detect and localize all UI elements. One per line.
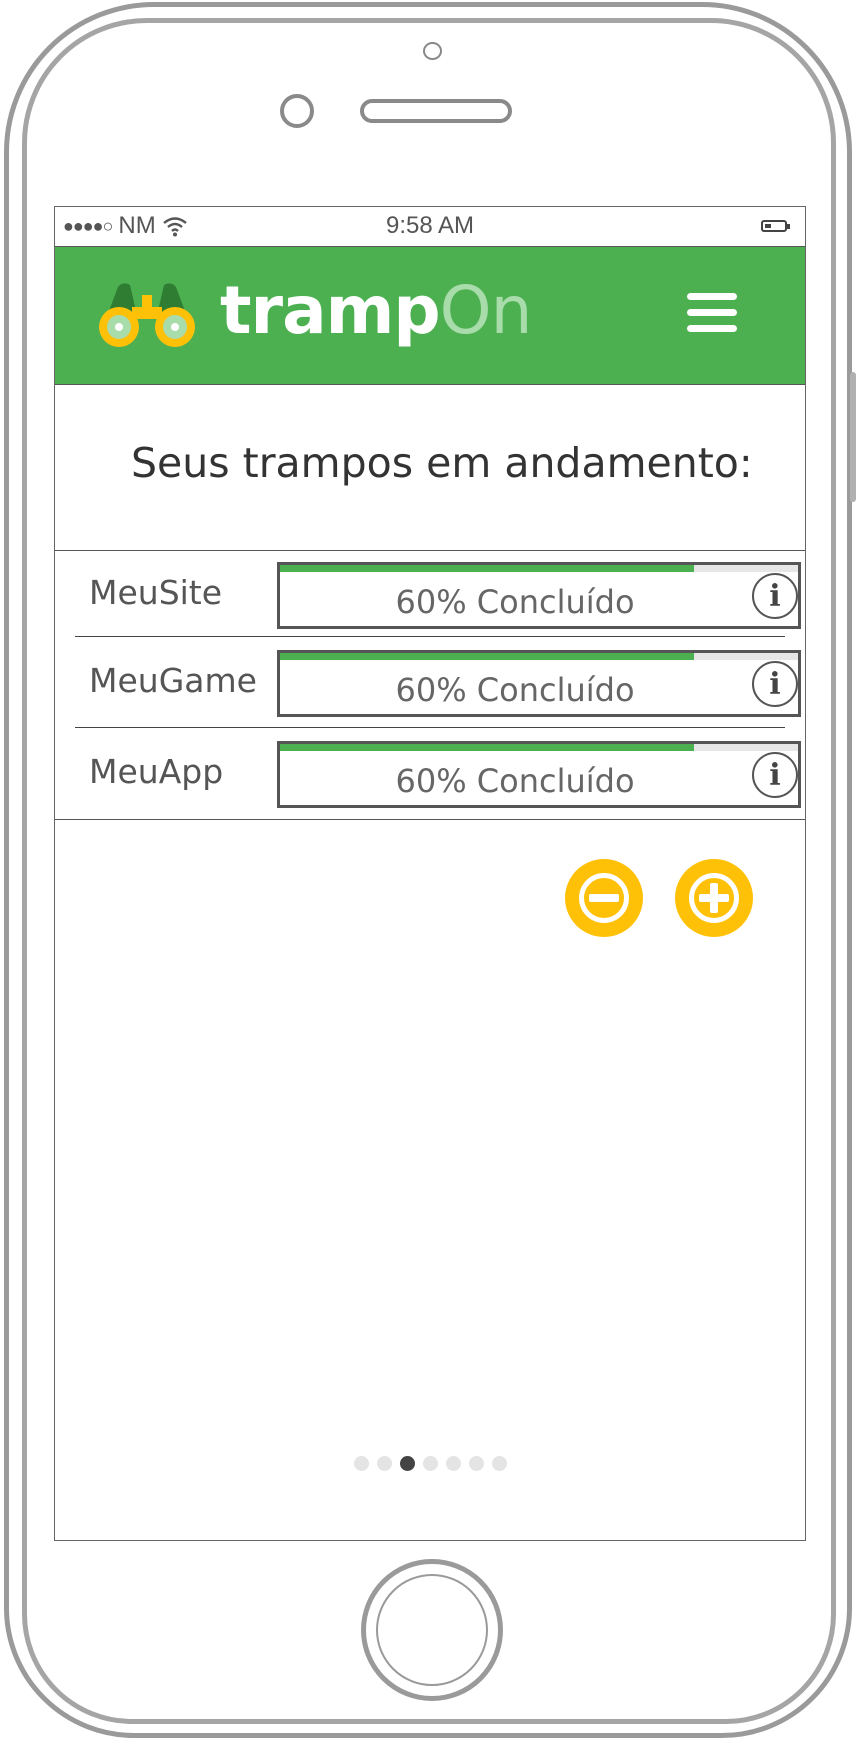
home-button-ring — [376, 1574, 488, 1686]
status-bar: ●●●●○ NM 9:58 AM — [55, 207, 805, 247]
info-icon[interactable]: i — [752, 752, 798, 798]
minus-bar — [589, 894, 619, 902]
info-icon[interactable]: i — [752, 573, 798, 619]
plus-circle-icon[interactable] — [675, 859, 753, 937]
progress-bar: 60% Concluído i — [277, 562, 801, 629]
progress-fill — [280, 653, 695, 660]
home-button[interactable] — [361, 1559, 503, 1701]
app-screen: ●●●●○ NM 9:58 AM trampOn Seus trampos em… — [54, 206, 806, 1541]
side-button — [850, 372, 856, 502]
page-dot[interactable] — [468, 1456, 484, 1471]
proximity-sensor — [280, 94, 314, 128]
earpiece-speaker — [360, 99, 512, 123]
page-dot[interactable] — [353, 1456, 369, 1471]
menu-line — [687, 325, 737, 332]
status-time: 9:58 AM — [385, 212, 475, 239]
info-icon[interactable]: i — [752, 661, 798, 707]
page-dot[interactable] — [491, 1456, 507, 1471]
job-row[interactable]: MeuGame 60% Concluído i — [55, 645, 805, 733]
progress-label: 60% Concluído — [395, 583, 635, 621]
job-name: MeuApp — [89, 752, 224, 791]
progress-track — [280, 653, 798, 660]
app-header: trampOn — [55, 247, 805, 385]
progress-label: 60% Concluído — [395, 671, 635, 709]
job-name: MeuGame — [89, 661, 257, 700]
row-divider — [75, 636, 785, 637]
page-indicator[interactable] — [55, 1456, 805, 1471]
progress-fill — [280, 565, 695, 572]
progress-label: 60% Concluído — [395, 762, 635, 800]
menu-line — [687, 293, 737, 300]
row-divider — [75, 727, 785, 728]
page-dot[interactable] — [445, 1456, 461, 1471]
progress-track — [280, 565, 798, 572]
menu-line — [687, 309, 737, 316]
page-dot[interactable] — [422, 1456, 438, 1471]
brand-light-text: On — [439, 272, 533, 349]
progress-bar: 60% Concluído i — [277, 741, 801, 808]
page-title: Seus trampos em andamento: — [131, 439, 753, 487]
jobs-list: MeuSite 60% Concluído i MeuGame 60% Conc… — [55, 550, 805, 820]
progress-fill — [280, 744, 695, 751]
job-row[interactable]: MeuApp 60% Concluído i — [55, 736, 805, 824]
progress-bar: 60% Concluído i — [277, 650, 801, 717]
job-row[interactable]: MeuSite 60% Concluído i — [55, 557, 805, 645]
binoculars-icon — [99, 283, 195, 347]
job-name: MeuSite — [89, 573, 223, 612]
battery-icon — [761, 220, 790, 232]
hamburger-menu-icon[interactable] — [687, 291, 739, 335]
page-dot[interactable] — [376, 1456, 392, 1471]
page-dot[interactable] — [399, 1456, 415, 1471]
progress-track — [280, 744, 798, 751]
brand-bold-text: tramp — [220, 272, 441, 349]
plus-vertical-bar — [710, 883, 718, 913]
front-camera — [423, 42, 442, 60]
minus-circle-icon[interactable] — [565, 859, 643, 937]
app-brand: trampOn — [220, 271, 533, 351]
